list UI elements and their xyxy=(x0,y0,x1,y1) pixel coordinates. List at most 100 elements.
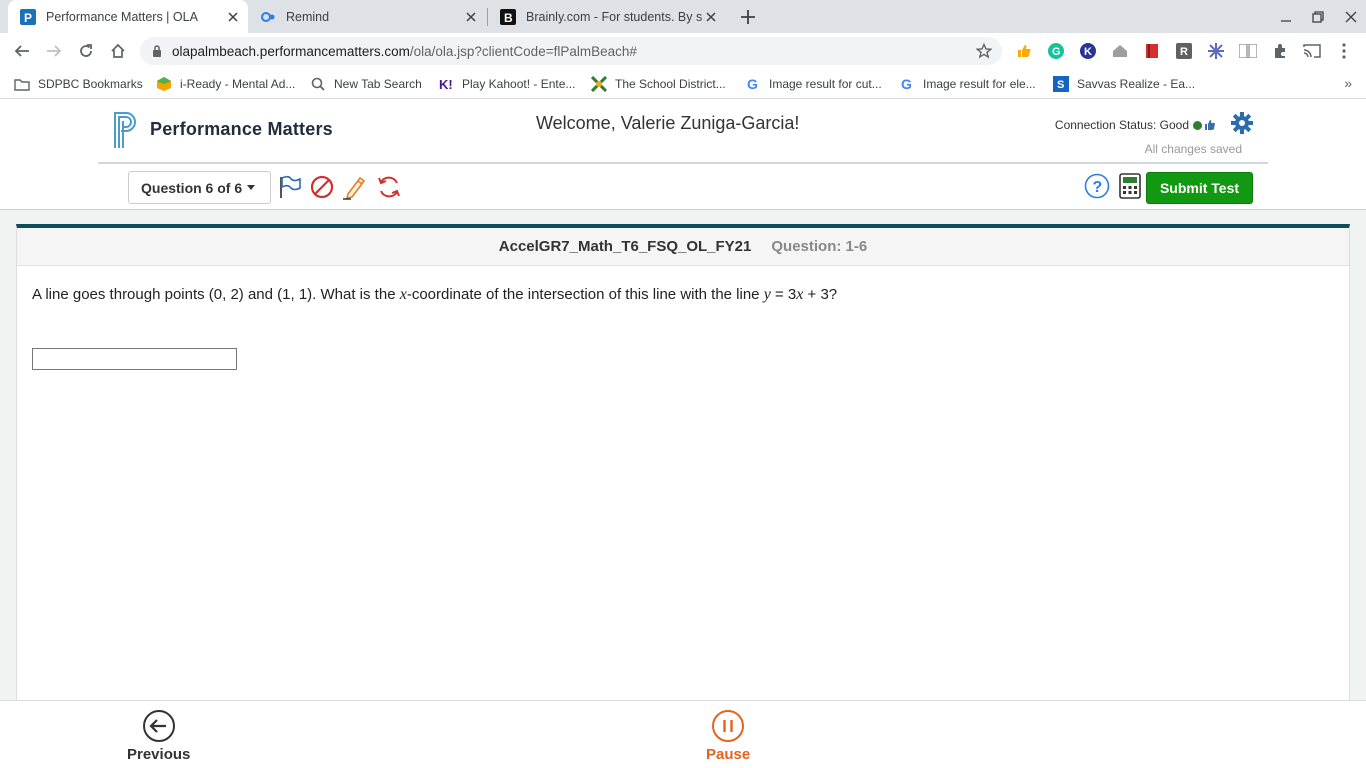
svg-text:?: ? xyxy=(1093,179,1103,196)
math-variable: y xyxy=(763,286,771,303)
settings-gear-icon[interactable] xyxy=(1230,111,1254,140)
connection-status: Connection Status: Good xyxy=(1055,118,1216,132)
bookmark-new-tab-search[interactable]: New Tab Search xyxy=(310,75,422,93)
svg-text:K!: K! xyxy=(439,77,453,92)
calculator-icon[interactable] xyxy=(1119,173,1141,204)
browser-toolbar: olapalmbeach.performancematters.com/ola/… xyxy=(0,33,1366,69)
restore-window-icon[interactable] xyxy=(1307,6,1329,28)
bookmark-star-icon[interactable] xyxy=(975,42,993,62)
close-tab-icon[interactable] xyxy=(224,8,242,26)
tab-brainly[interactable]: B Brainly.com - For students. By st xyxy=(488,0,726,33)
tab-title: Performance Matters | OLA xyxy=(46,9,198,24)
lock-icon xyxy=(152,45,162,57)
tab-title: Remind xyxy=(286,9,330,24)
previous-button[interactable]: Previous xyxy=(127,709,190,763)
bookmark-label: SDPBC Bookmarks xyxy=(38,77,143,91)
svg-text:K: K xyxy=(1084,46,1092,58)
bookmark-kahoot[interactable]: K! Play Kahoot! - Ente... xyxy=(438,75,575,93)
question-text-part: + 3? xyxy=(803,286,838,303)
previous-label: Previous xyxy=(127,746,191,763)
bookmark-label: The School District... xyxy=(615,77,726,91)
refresh-reset-icon[interactable] xyxy=(376,174,402,200)
svg-text:R: R xyxy=(1180,46,1188,58)
brainly-favicon-icon: B xyxy=(500,8,516,25)
performance-matters-favicon-icon: P xyxy=(20,8,36,25)
search-icon xyxy=(310,76,326,92)
pause-label: Pause xyxy=(706,746,751,763)
bookmark-label: Play Kahoot! - Ente... xyxy=(462,77,576,91)
connection-status-text: Connection Status: Good xyxy=(1054,118,1189,132)
remind-favicon-icon xyxy=(260,9,276,25)
extensions-puzzle-icon[interactable] xyxy=(1270,41,1290,61)
address-bar[interactable]: olapalmbeach.performancematters.com/ola/… xyxy=(140,37,1002,65)
thumbs-up-extension-icon[interactable] xyxy=(1014,41,1034,61)
snowflake-extension-icon[interactable] xyxy=(1206,41,1226,61)
welcome-message: Welcome, Valerie Zuniga-Garcia! xyxy=(536,113,800,133)
eliminator-no-icon[interactable] xyxy=(309,174,335,200)
forward-arrow-icon[interactable] xyxy=(42,39,66,63)
bookmarks-bar: SDPBC Bookmarks i-Ready - Mental Ad... N… xyxy=(0,69,1366,99)
bookmark-label: Image result for ele... xyxy=(923,77,1036,91)
content-area: AccelGR7_Math_T6_FSQ_OL_FY21 Question: 1… xyxy=(0,210,1366,704)
minimize-window-icon[interactable] xyxy=(1275,6,1297,28)
question-panel: AccelGR7_Math_T6_FSQ_OL_FY21 Question: 1… xyxy=(16,224,1350,704)
bookmarks-overflow-chevron-icon[interactable]: » xyxy=(1344,75,1352,91)
reader-extension-icon[interactable] xyxy=(1238,41,1258,61)
grammarly-icon[interactable]: G xyxy=(1046,41,1066,61)
kami-extension-icon[interactable]: K xyxy=(1078,41,1098,61)
caret-down-icon xyxy=(247,185,256,190)
tab-performance-matters[interactable]: P Performance Matters | OLA xyxy=(8,0,248,33)
flag-icon[interactable] xyxy=(276,174,302,200)
bookmark-savvas[interactable]: S Savvas Realize - Ea... xyxy=(1053,75,1195,93)
house-extension-icon[interactable] xyxy=(1110,41,1130,61)
cast-icon[interactable] xyxy=(1302,41,1322,61)
question-text: A line goes through points (0, 2) and (1… xyxy=(32,286,837,304)
bookmark-label: Image result for cut... xyxy=(769,77,882,91)
pm-logo-icon xyxy=(114,112,136,148)
previous-arrow-icon xyxy=(142,710,175,742)
question-text-part: A line goes through points (0, 2) and (1… xyxy=(32,286,400,303)
answer-input[interactable] xyxy=(32,348,237,370)
close-tab-icon[interactable] xyxy=(702,8,720,26)
question-text-part: -coordinate of the intersection of this … xyxy=(406,286,764,303)
submit-test-button[interactable]: Submit Test xyxy=(1146,172,1253,204)
bookmark-iready[interactable]: i-Ready - Mental Ad... xyxy=(156,75,295,93)
question-text-part: = 3 xyxy=(770,286,797,303)
bookmark-image-result-cut[interactable]: G Image result for cut... xyxy=(745,75,882,93)
logo-text: Performance Matters xyxy=(150,118,333,139)
tab-remind[interactable]: Remind xyxy=(248,0,486,33)
thumbs-up-icon xyxy=(1205,120,1215,130)
bookmark-sdpbc[interactable]: SDPBC Bookmarks xyxy=(14,75,143,93)
reload-icon[interactable] xyxy=(74,39,98,63)
browser-tab-strip: P Performance Matters | OLA Remind B Bra… xyxy=(0,0,1366,33)
question-selector[interactable]: Question 6 of 6 xyxy=(128,171,271,204)
bookmark-school-district[interactable]: The School District... xyxy=(591,75,726,93)
r-extension-icon[interactable]: R xyxy=(1174,41,1194,61)
iready-icon xyxy=(156,76,172,92)
svg-text:G: G xyxy=(1052,46,1061,58)
svg-text:B: B xyxy=(504,11,513,25)
kahoot-icon: K! xyxy=(438,76,454,92)
svg-text:G: G xyxy=(901,76,912,92)
bookmark-image-result-ele[interactable]: G Image result for ele... xyxy=(899,75,1036,93)
url-host: olapalmbeach.performancematters.com xyxy=(172,43,410,59)
savvas-icon: S xyxy=(1053,76,1069,92)
district-icon xyxy=(591,76,607,92)
close-tab-icon[interactable] xyxy=(462,8,480,26)
footer-nav: Previous Pause xyxy=(0,700,1366,768)
tab-title: Brainly.com - For students. By st xyxy=(526,9,702,24)
svg-text:P: P xyxy=(24,11,32,25)
browser-menu-icon[interactable] xyxy=(1334,41,1354,61)
bookmark-label: i-Ready - Mental Ad... xyxy=(180,77,296,91)
pause-button[interactable]: Pause xyxy=(706,709,750,763)
highlighter-pencil-icon[interactable] xyxy=(342,174,368,200)
help-question-icon[interactable]: ? xyxy=(1084,173,1110,204)
svg-text:G: G xyxy=(747,76,758,92)
book-extension-icon[interactable] xyxy=(1142,41,1162,61)
bookmark-label: Savvas Realize - Ea... xyxy=(1077,77,1196,91)
close-window-icon[interactable] xyxy=(1340,6,1362,28)
performance-matters-logo: Performance Matters xyxy=(112,109,333,149)
home-icon[interactable] xyxy=(106,39,130,63)
new-tab-plus-icon[interactable] xyxy=(736,5,760,29)
back-arrow-icon[interactable] xyxy=(10,39,34,63)
